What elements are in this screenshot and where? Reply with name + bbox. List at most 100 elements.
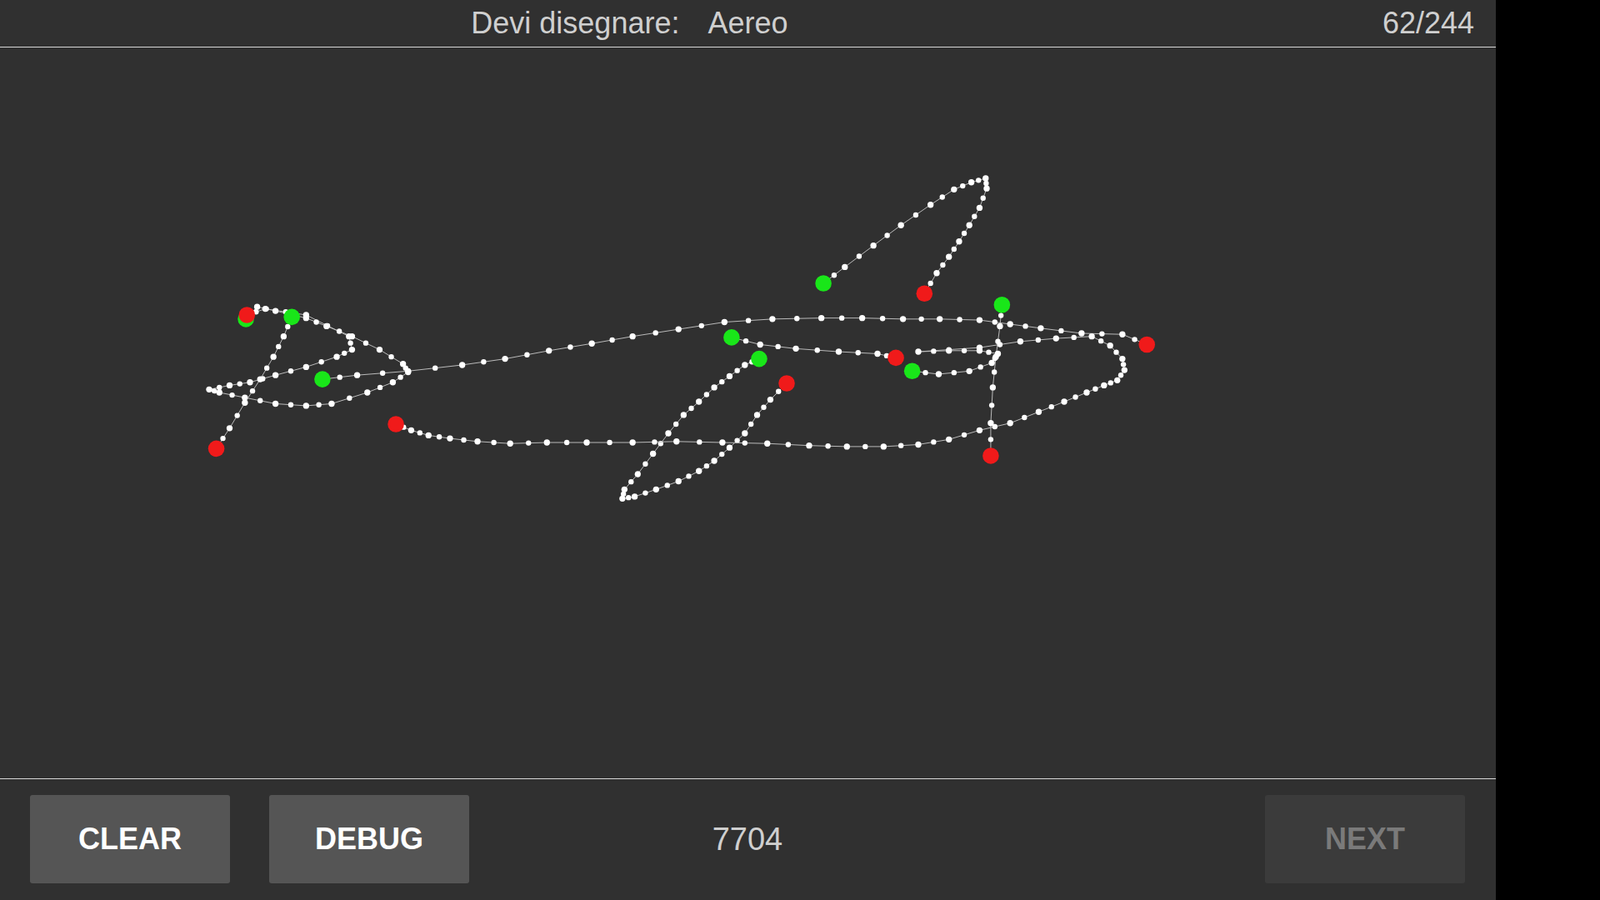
- stroke-point: [998, 312, 1004, 318]
- stroke: [815, 175, 990, 302]
- stroke-point: [1037, 325, 1044, 331]
- stroke-point: [620, 491, 626, 497]
- stroke-point: [927, 201, 934, 208]
- sketch[interactable]: [0, 47, 1496, 779]
- stroke-point: [870, 242, 876, 249]
- stroke-end: [916, 285, 934, 302]
- stroke-point: [775, 344, 780, 350]
- stroke-point: [721, 319, 728, 325]
- stroke-point: [1113, 349, 1119, 355]
- stroke-point: [405, 368, 411, 375]
- stroke-point: [745, 318, 751, 324]
- stroke-end: [1138, 336, 1155, 354]
- stroke-point: [609, 337, 615, 343]
- stroke-point: [376, 346, 383, 353]
- stroke-point: [880, 315, 885, 321]
- stroke-point: [432, 365, 438, 370]
- stroke-point: [982, 175, 989, 181]
- stroke-point: [918, 316, 924, 322]
- stroke-point: [997, 341, 1003, 347]
- stroke-point: [945, 253, 952, 260]
- stroke-point: [961, 348, 967, 354]
- stroke-point: [1119, 331, 1125, 338]
- stroke-end: [239, 306, 256, 324]
- stroke-end: [778, 375, 795, 392]
- stroke-end: [982, 447, 1000, 465]
- stroke-point: [940, 194, 945, 200]
- stroke-point: [961, 432, 967, 438]
- prompt-word: Aereo: [707, 5, 788, 41]
- stroke-point: [1053, 335, 1060, 341]
- stroke-point: [760, 405, 766, 410]
- stroke-point: [625, 495, 631, 500]
- stroke-point: [754, 411, 760, 418]
- stroke-point: [272, 400, 279, 407]
- stroke-point: [805, 442, 812, 449]
- stroke-point: [446, 435, 453, 441]
- stroke-point: [695, 468, 702, 475]
- next-button[interactable]: NEXT: [1265, 795, 1465, 884]
- stroke-point: [988, 436, 994, 442]
- stroke-end: [208, 440, 225, 458]
- stroke-point: [927, 280, 933, 286]
- stroke-point: [588, 340, 595, 347]
- stroke-point: [545, 347, 552, 354]
- stroke-line: [209, 306, 409, 406]
- stroke-point: [1007, 420, 1014, 426]
- action-button[interactable]: CLEAR: [30, 795, 230, 884]
- button-group: CLEAR DEBUG: [30, 795, 470, 884]
- drawing-canvas[interactable]: [0, 47, 1496, 779]
- stroke-point: [651, 439, 657, 445]
- screen: Devi disegnare:Aereo62/244CLEARDEBUG7704…: [0, 0, 1600, 900]
- stroke-point: [930, 439, 936, 445]
- stroke-point: [323, 323, 330, 330]
- stroke-point: [205, 386, 212, 393]
- stroke-point: [719, 439, 725, 445]
- stroke-point: [363, 340, 369, 345]
- stroke-point: [990, 384, 996, 390]
- stroke-point: [241, 400, 248, 406]
- stroke-point: [1098, 338, 1104, 344]
- stroke-point: [226, 425, 233, 431]
- stroke-point: [237, 380, 243, 386]
- stroke-point: [220, 435, 225, 441]
- stroke-point: [1007, 320, 1014, 327]
- stroke-point: [1072, 394, 1078, 400]
- stroke-point: [635, 470, 641, 477]
- stroke-point: [460, 437, 466, 443]
- stroke-point: [642, 490, 648, 495]
- stroke-point: [792, 345, 799, 352]
- stroke-point: [884, 232, 890, 238]
- stroke-point: [642, 461, 648, 467]
- stroke-point: [935, 370, 942, 377]
- stroke-point: [856, 253, 862, 259]
- stroke-point: [1118, 372, 1124, 378]
- action-button[interactable]: DEBUG: [269, 795, 470, 884]
- stroke-point: [900, 315, 906, 322]
- stroke-point: [631, 493, 638, 500]
- stroke-point: [388, 354, 394, 360]
- stroke-point: [956, 316, 962, 322]
- app-panel: Devi disegnare:Aereo62/244CLEARDEBUG7704…: [0, 0, 1496, 900]
- stroke-point: [474, 438, 480, 445]
- stroke-point: [270, 353, 276, 360]
- stroke-point: [272, 307, 279, 314]
- stroke-point: [319, 359, 325, 365]
- stroke-point: [628, 479, 634, 485]
- stroke-point: [673, 438, 680, 445]
- stroke-point: [695, 398, 702, 405]
- stroke-point: [390, 379, 396, 385]
- stroke-point: [748, 421, 754, 427]
- stroke-point: [1088, 333, 1095, 340]
- stroke-point: [377, 385, 383, 390]
- stroke-point: [1099, 330, 1105, 336]
- stroke-point: [263, 305, 269, 311]
- stroke-start: [815, 275, 832, 292]
- stroke-point: [955, 238, 962, 245]
- stroke-start: [283, 309, 300, 326]
- stroke-point: [966, 368, 973, 375]
- stroke-point: [950, 186, 957, 193]
- stroke-point: [975, 177, 981, 183]
- stroke-point: [417, 430, 423, 435]
- stroke-end: [387, 415, 405, 433]
